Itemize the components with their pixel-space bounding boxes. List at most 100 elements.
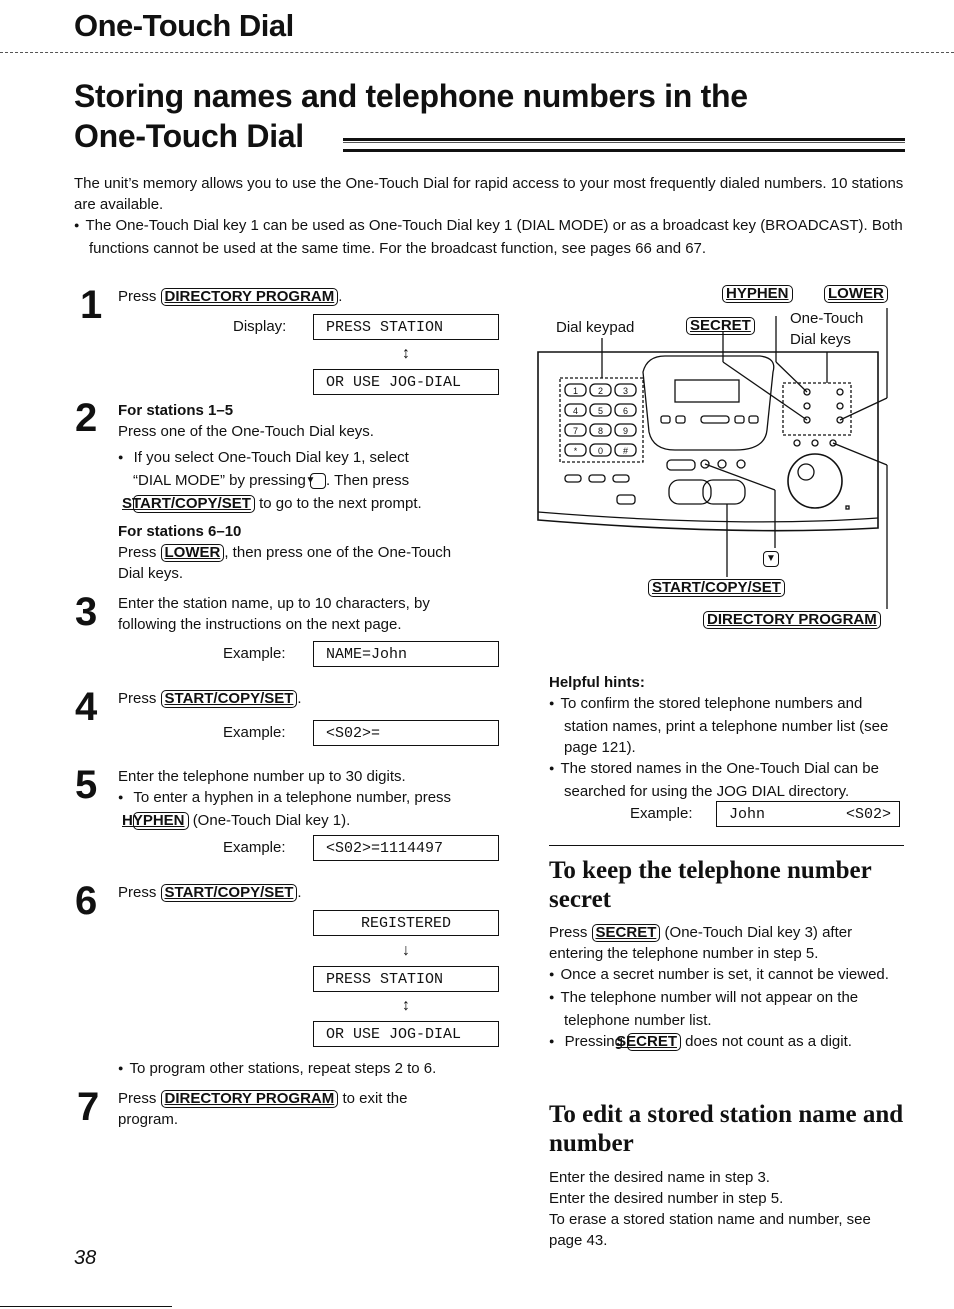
function-key [588,474,606,483]
keypad-key-label: 9 [623,426,628,436]
keypad-key-label: 8 [598,426,603,436]
function-key [612,474,630,483]
edit-section-body: Enter the desired name in step 3. Enter … [549,1167,904,1251]
jog-dial [787,453,843,509]
step-2-heading-1-5: For stations 1–5 [118,402,234,419]
edit-line: To erase a stored station name and numbe… [549,1211,871,1249]
lower-key: LOWER [160,544,225,562]
lower-leader [839,397,888,421]
text-part: does not count as a digit. [685,1033,852,1050]
edit-line: Enter the desired name in step 3. [549,1169,770,1186]
page-title-line-1: Storing names and telephone numbers in t… [74,78,748,114]
footer-rule [0,1306,172,1307]
keypad-key-label: 4 [573,406,578,416]
section-title: One-Touch Dial [74,8,294,43]
step-5-bullet: To enter a hyphen in a telephone number,… [118,787,508,831]
keypad-key-label: * [574,446,578,456]
keypad-key-label: 5 [598,406,603,416]
step-2-heading-6-10: For stations 6–10 [118,523,242,540]
secret-section-title: To keep the telephone number secret [549,857,872,913]
display-label: Display: [233,318,287,335]
intro-paragraph: The unit’s memory allows you to use the … [74,175,904,213]
display-housing [642,355,775,451]
text-part: Press [118,544,157,561]
step-2-bullet: If you select One-Touch Dial key 1, sele… [118,447,508,514]
secret-section-body: Press SECRET (One-Touch Dial key 3) afte… [549,922,904,1054]
bullet-part: to go to the next prompt. [259,495,422,512]
lcd-jog-example: John <S02> [716,801,900,827]
step-number-7: 7 [77,1085,100,1129]
step-number-1: 1 [80,283,103,327]
text-part: program. [118,1111,179,1128]
lcd-name: John [729,806,766,823]
step-number-6: 6 [75,879,98,923]
secret-key: SECRET [591,924,661,942]
text-part: . [297,690,302,707]
step-number-2: 2 [75,396,98,440]
start-copy-set-key: START/COPY/SET [160,690,298,708]
helpful-hints: Helpful hints: To confirm the stored tel… [549,672,904,802]
intro-bullet: The One-Touch Dial key 1 can be used as … [74,215,904,259]
directory-program-key: DIRECTORY PROGRAM [160,288,339,306]
keypad-key-label: 7 [573,426,578,436]
text-part: Dial keys. [118,565,184,582]
example-label: Example: [223,724,286,741]
step-1-period: . [338,288,343,305]
text-part: Press [118,690,157,707]
step-2-text-2: Press LOWER, then press one of the One-T… [118,542,508,584]
lcd-registered: REGISTERED [313,910,499,936]
bullet-part: . Then press [326,472,410,489]
bullet-part: “DIAL MODE” by pressing [133,472,306,489]
hint-item: To confirm the stored telephone numbers … [549,693,904,758]
one-touch-keys [803,388,844,424]
hyphen-leader [775,361,808,393]
keypad-key-label: 6 [623,406,628,416]
step-number-5: 5 [75,763,98,807]
copy-button [666,459,696,471]
text-part: , then press one of the One-Touch [224,544,452,561]
directory-program-key: DIRECTORY PROGRAM [160,1090,339,1108]
example-label: Example: [223,839,286,856]
step-5-text: Enter the telephone number up to 30 digi… [118,766,508,831]
text-part: Pressing [564,1033,623,1050]
lcd-or-use-jog-dial: OR USE JOG-DIAL [313,369,499,395]
step-6-text: Press START/COPY/SET. [118,882,302,903]
text-part: to exit the [342,1090,408,1107]
edit-section-title: To edit a stored station name and number [549,1101,904,1157]
bullet-part: If you select One-Touch Dial key 1, sele… [133,449,409,466]
fax-body-lower-edge [537,511,879,523]
text-part: . [297,884,302,901]
hyphen-key: HYPHEN [122,812,189,830]
lcd-window [674,379,740,403]
down-arrow-icon: ↓ [402,942,410,959]
header-divider [0,52,954,53]
up-down-arrow-icon: ↕ [402,345,410,362]
secret-text: Press SECRET (One-Touch Dial key 3) afte… [549,922,904,964]
display-buttons [660,415,759,424]
step-2-text-1: Press one of the One-Touch Dial keys. [118,423,374,440]
keypad-key-label: 0 [598,446,603,456]
hint-item: The stored names in the One-Touch Dial c… [549,758,904,802]
step-2-text: For stations 1–5 Press one of the One-To… [118,400,508,584]
edit-line: Enter the desired number in step 5. [549,1190,784,1207]
step-number-3: 3 [75,590,98,634]
intro: The unit’s memory allows you to use the … [74,173,904,259]
function-key [616,494,636,505]
text-part: To enter a hyphen in a telephone number,… [133,789,452,806]
keypad-keys: 1 2 3 4 5 6 7 8 9 * 0 # [564,383,637,457]
function-key [564,474,582,483]
step-number-4: 4 [75,685,98,729]
section-divider [549,845,904,846]
step-7-text: Press DIRECTORY PROGRAM to exit the prog… [118,1088,407,1130]
page-number: 38 [74,1247,97,1269]
keypad-key-label: # [623,446,628,456]
example-label: Example: [223,645,286,662]
lcd-code: <S02> [845,806,891,823]
secret-bullet: The telephone number will not appear on … [549,987,904,1031]
lcd-or-use-jog-dial: OR USE JOG-DIAL [313,1021,499,1047]
down-arrow-key-icon: ▼ [306,473,326,490]
keypad-key-label: 1 [573,386,578,396]
keypad-key-label: 3 [623,386,628,396]
keypad-key-label: 2 [598,386,603,396]
text-part: Press [118,1090,157,1107]
